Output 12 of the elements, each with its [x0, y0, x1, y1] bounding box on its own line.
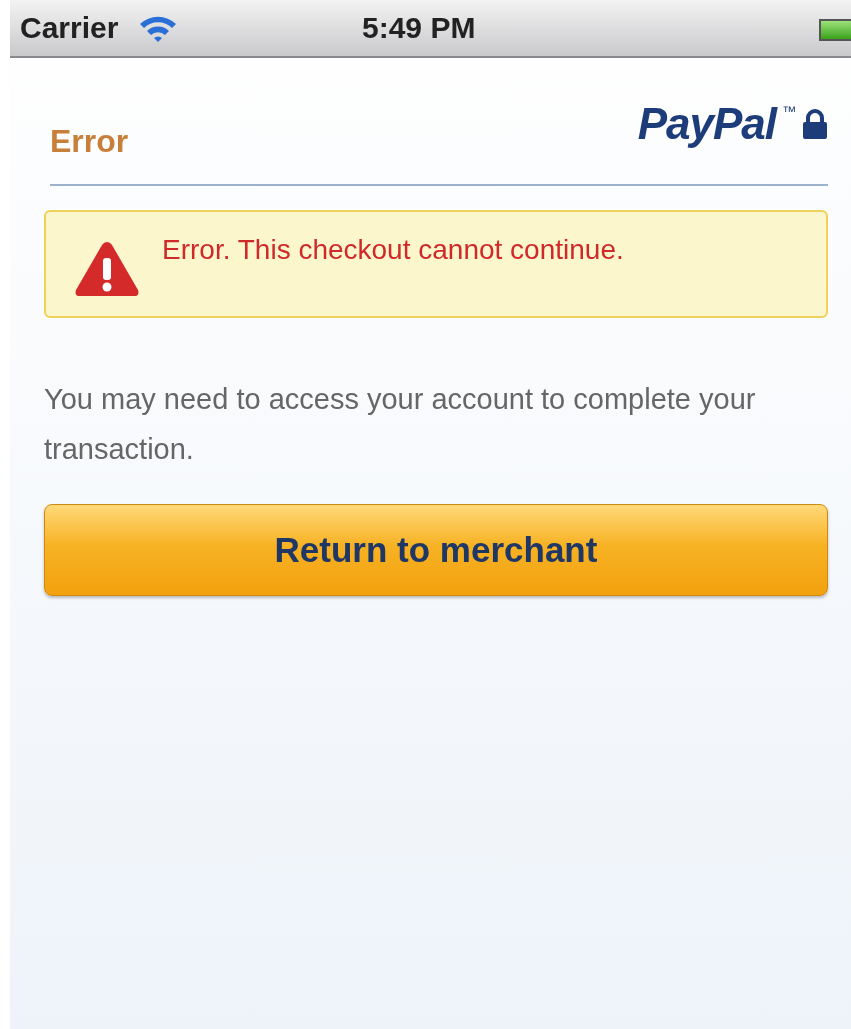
carrier-name: Carrier	[20, 11, 119, 45]
page-title: Error	[50, 122, 129, 160]
trademark-mark: ™	[782, 103, 796, 119]
info-text: You may need to access your account to complete your transaction.	[44, 382, 757, 467]
return-button[interactable]: Return to merchant	[44, 504, 828, 596]
lock-icon	[802, 109, 828, 139]
battery-icon	[819, 19, 851, 41]
clock-time: 5:49 PM	[362, 11, 476, 45]
warning-icon	[74, 240, 140, 298]
wifi-icon	[138, 14, 179, 42]
error-message: Error. This checkout cannot continue.	[162, 234, 624, 266]
paypal-logo: PayPal	[637, 99, 776, 149]
